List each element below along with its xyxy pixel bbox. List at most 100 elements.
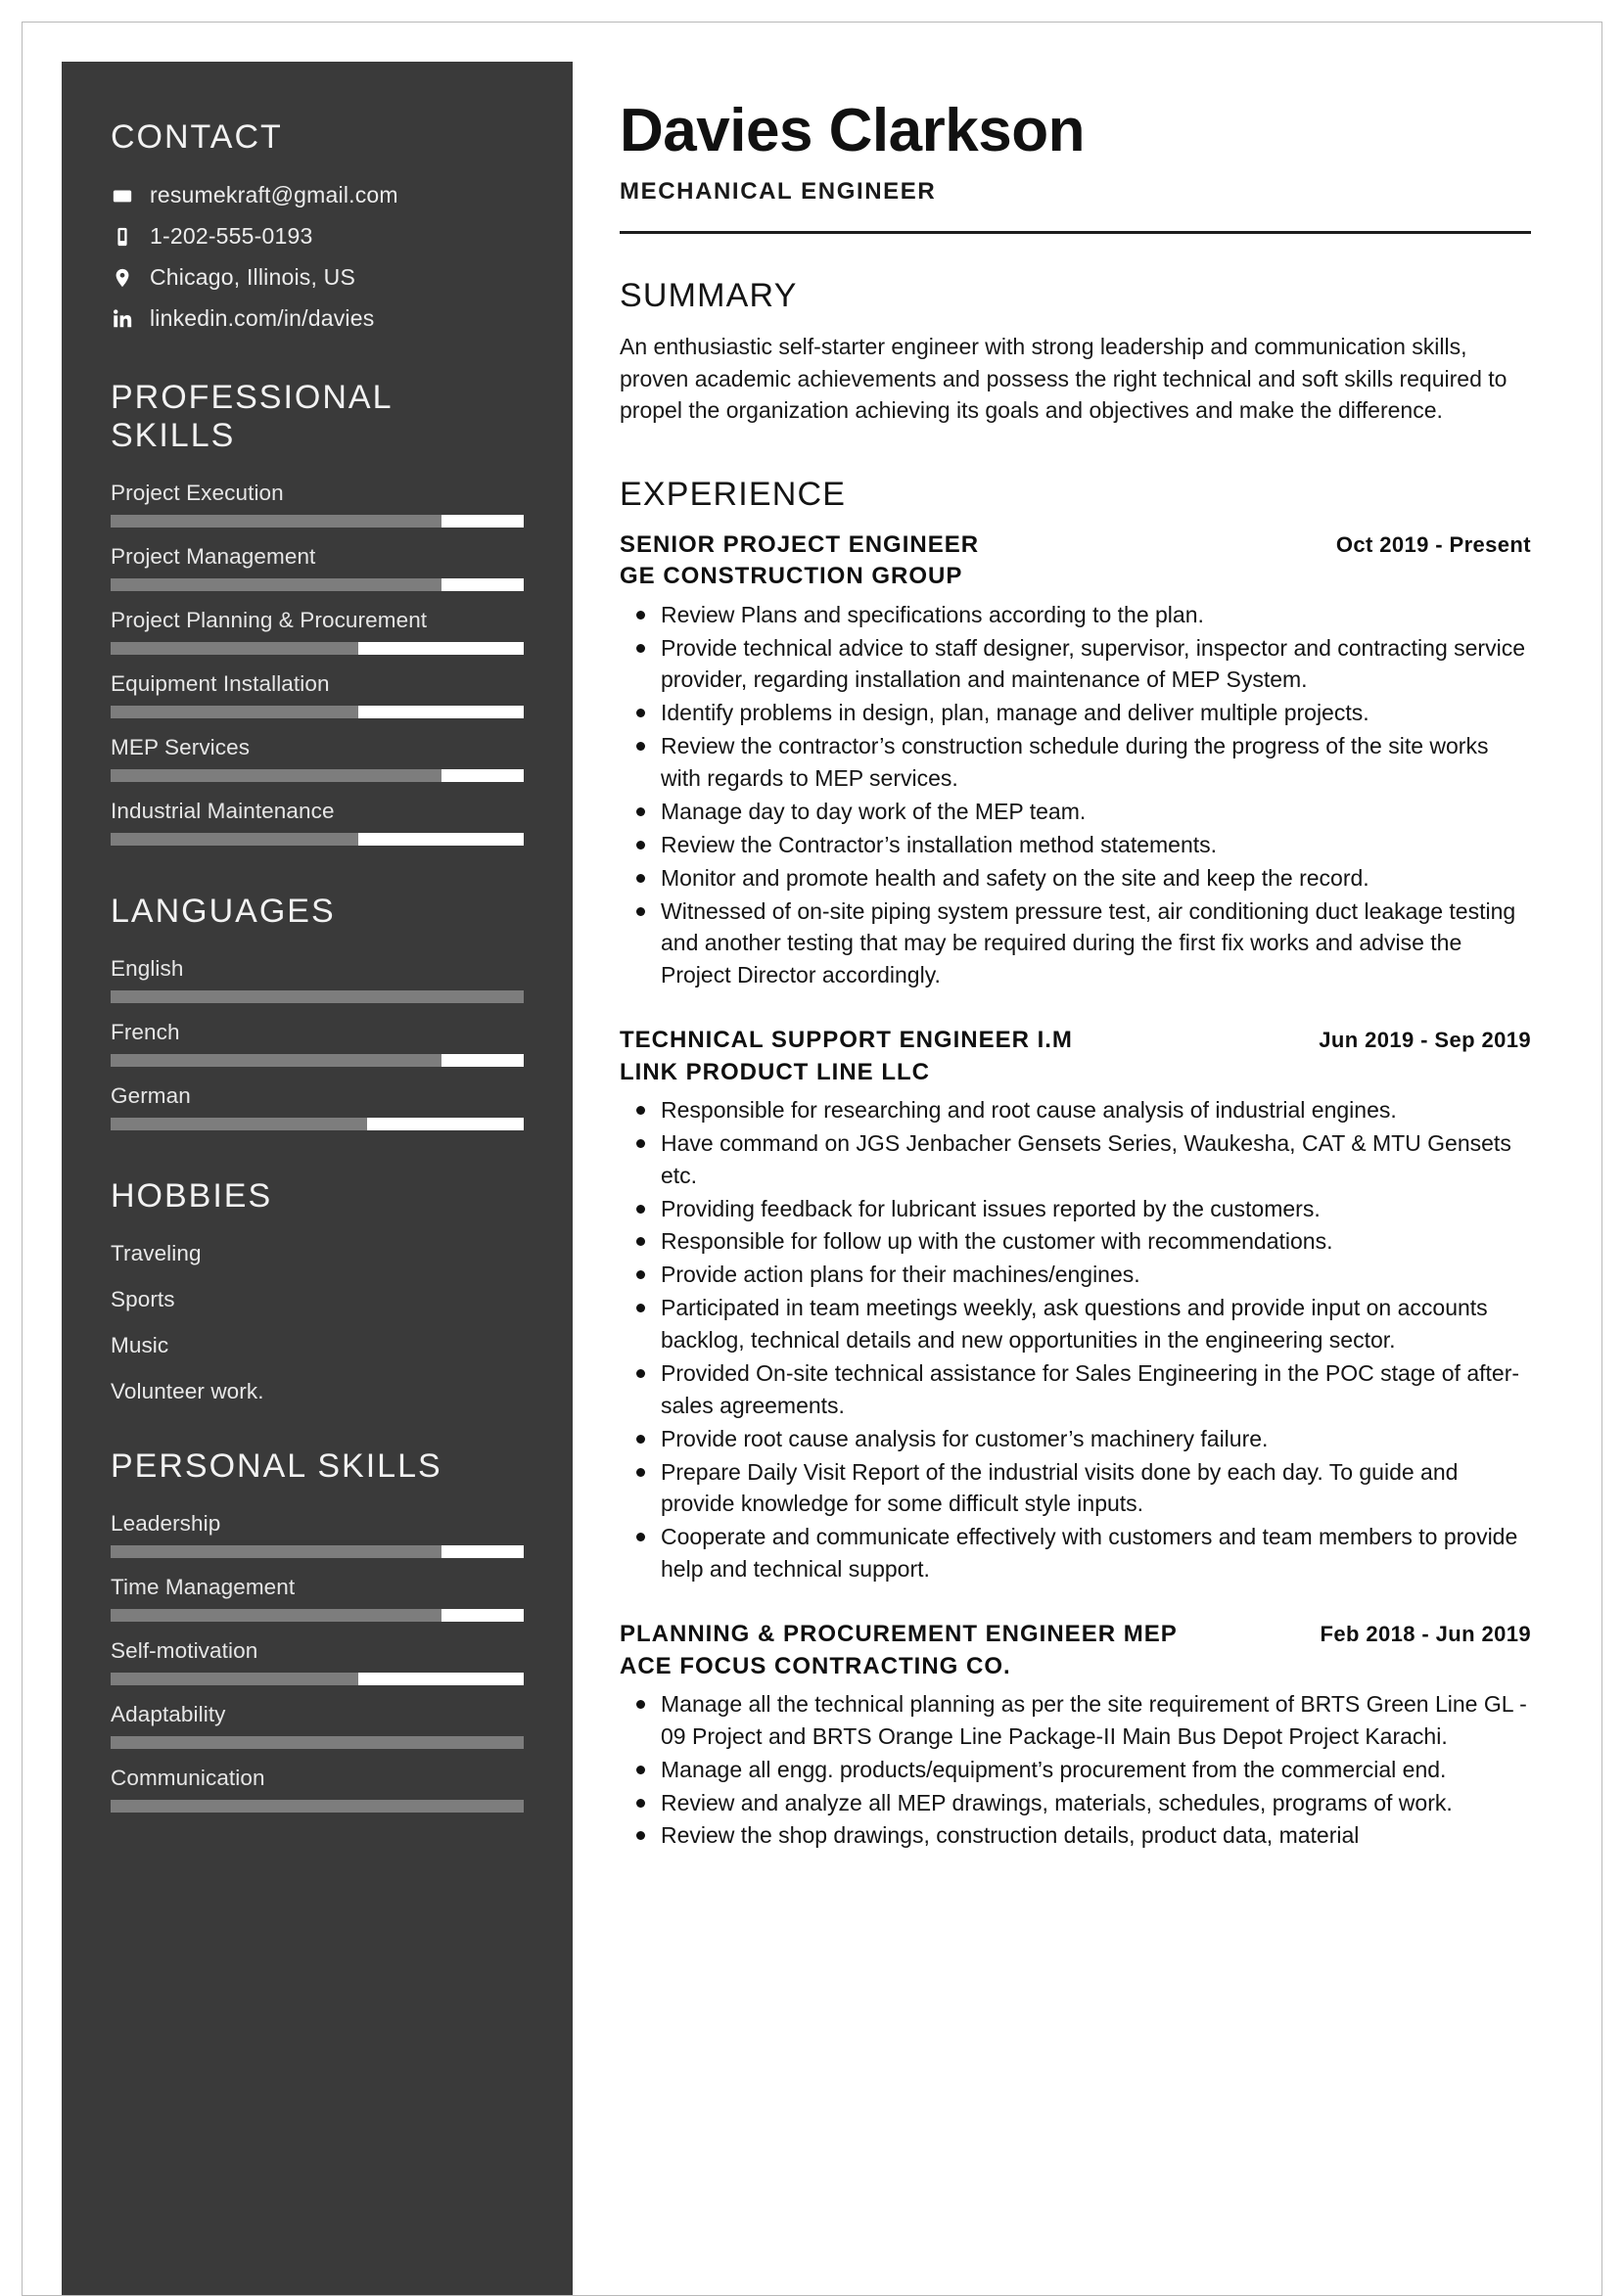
experience-bullet: Provided On-site technical assistance fo…	[620, 1357, 1531, 1422]
professional-skills-section: PROFESSIONAL SKILLS Project Execution Pro…	[111, 379, 524, 846]
experience-dates: Oct 2019 - Present	[1335, 531, 1531, 557]
personal-skill-bar	[111, 1545, 524, 1558]
professional-skill-bar	[111, 515, 524, 528]
experience-company: ACE FOCUS CONTRACTING CO.	[620, 1652, 1011, 1679]
language-bar-fill	[111, 1054, 441, 1067]
experience-bullet: Provide action plans for their machines/…	[620, 1259, 1531, 1291]
personal-skills-heading: PERSONAL SKILLS	[111, 1447, 442, 1485]
personal-skill: Leadership	[111, 1511, 524, 1558]
experience-bullet: Prepare Daily Visit Report of the indust…	[620, 1456, 1531, 1521]
experience-bullet: Review the shop drawings, construction d…	[620, 1819, 1531, 1852]
experience-entry: PLANNING & PROCUREMENT ENGINEER MEP Feb 2…	[620, 1619, 1531, 1852]
experience-entry-header: TECHNICAL SUPPORT ENGINEER I.M Jun 2019 -…	[620, 1025, 1531, 1056]
experience-role: TECHNICAL SUPPORT ENGINEER I.M	[620, 1027, 1073, 1054]
contact-heading: CONTACT	[111, 118, 283, 156]
experience-bullet: Review Plans and specifications accordin…	[620, 599, 1531, 631]
professional-skill: Project Management	[111, 544, 524, 591]
professional-skill-label: Project Planning & Procurement	[111, 608, 428, 632]
personal-skill-label: Leadership	[111, 1511, 221, 1536]
professional-skill-bar-fill	[111, 769, 441, 782]
contact-value: linkedin.com/in/davies	[150, 305, 375, 331]
professional-skill-label: Project Management	[111, 544, 316, 569]
contact-value: Chicago, Illinois, US	[150, 264, 356, 290]
header-divider	[620, 230, 1531, 234]
experience-bullet: Provide root cause analysis for customer…	[620, 1423, 1531, 1455]
language-label: English	[111, 956, 184, 981]
language-bar-fill	[111, 1118, 367, 1130]
candidate-job-title: MECHANICAL ENGINEER	[620, 177, 937, 205]
contact-item[interactable]: 1-202-555-0193	[111, 223, 524, 250]
contact-item[interactable]: resumekraft@gmail.com	[111, 182, 524, 208]
experience-entry-header: PLANNING & PROCUREMENT ENGINEER MEP Feb 2…	[620, 1619, 1531, 1650]
personal-skill-bar-fill	[111, 1736, 524, 1749]
language-label: French	[111, 1020, 180, 1044]
professional-skill-label: Project Execution	[111, 481, 284, 505]
personal-skills-list: Leadership Time Management Self-motivation…	[111, 1511, 524, 1813]
main-content: Davies Clarkson MECHANICAL ENGINEER SUMM…	[573, 23, 1601, 2295]
experience-bullet: Participated in team meetings weekly, as…	[620, 1292, 1531, 1356]
experience-bullet: Monitor and promote health and safety on…	[620, 862, 1531, 895]
experience-dates: Feb 2018 - Jun 2019	[1320, 1622, 1531, 1647]
phone-icon	[111, 226, 134, 248]
experience-bullet: Manage all engg. products/equipment’s pr…	[620, 1754, 1531, 1786]
language-label: German	[111, 1083, 191, 1108]
experience-list: SENIOR PROJECT ENGINEER Oct 2019 - Presen…	[620, 529, 1531, 1852]
experience-bullet: Have command on JGS Jenbacher Gensets Se…	[620, 1127, 1531, 1192]
experience-bullet: Review the contractor’s construction sch…	[620, 730, 1531, 795]
linkedin-icon	[111, 308, 134, 330]
experience-role: PLANNING & PROCUREMENT ENGINEER MEP	[620, 1621, 1178, 1648]
professional-skill-bar	[111, 578, 524, 591]
contact-item[interactable]: Chicago, Illinois, US	[111, 264, 524, 291]
personal-skill-label: Self-motivation	[111, 1638, 258, 1663]
experience-role: SENIOR PROJECT ENGINEER	[620, 530, 980, 558]
professional-skill-bar	[111, 706, 524, 718]
personal-skill-bar-fill	[111, 1545, 441, 1558]
experience-entry: SENIOR PROJECT ENGINEER Oct 2019 - Presen…	[620, 529, 1531, 991]
personal-skills-section: PERSONAL SKILLS Leadership Time Managemen…	[111, 1447, 524, 1813]
hobby-item: Music	[111, 1333, 169, 1357]
personal-skill-bar	[111, 1609, 524, 1622]
hobbies-list: Traveling Sports Music Volunteer work.	[111, 1241, 524, 1404]
experience-bullet: Witnessed of on-site piping system press…	[620, 895, 1531, 992]
experience-bullet: Providing feedback for lubricant issues …	[620, 1193, 1531, 1225]
professional-skill-bar	[111, 833, 524, 846]
experience-bullet: Review the Contractor’s installation met…	[620, 829, 1531, 861]
personal-skill-bar	[111, 1673, 524, 1685]
summary-heading: SUMMARY	[620, 276, 798, 314]
hobbies-heading: HOBBIES	[111, 1177, 273, 1215]
professional-skill-bar-fill	[111, 642, 359, 655]
hobby-item: Traveling	[111, 1241, 202, 1265]
hobby-item: Volunteer work.	[111, 1379, 264, 1403]
professional-skills-list: Project Execution Project Management Proje…	[111, 481, 524, 846]
language-bar	[111, 990, 524, 1003]
language-bar-fill	[111, 990, 524, 1003]
professional-skill: MEP Services	[111, 735, 524, 782]
professional-skill: Equipment Installation	[111, 671, 524, 718]
sidebar: CONTACT resumekraft@gmail.com 1-202-555-0…	[62, 62, 573, 2295]
professional-skill-bar-fill	[111, 833, 359, 846]
professional-skill-bar	[111, 769, 524, 782]
personal-skill: Communication	[111, 1766, 524, 1813]
professional-skill-bar	[111, 642, 524, 655]
language-bar	[111, 1118, 524, 1130]
experience-entry-header: SENIOR PROJECT ENGINEER Oct 2019 - Presen…	[620, 529, 1531, 561]
experience-bullet: Manage all the technical planning as per…	[620, 1688, 1531, 1753]
languages-heading: LANGUAGES	[111, 893, 336, 930]
contact-item[interactable]: linkedin.com/in/davies	[111, 305, 524, 332]
personal-skill-bar-fill	[111, 1609, 441, 1622]
personal-skill: Self-motivation	[111, 1638, 524, 1685]
experience-bullet: Identify problems in design, plan, manag…	[620, 697, 1531, 729]
professional-skill-bar-fill	[111, 578, 441, 591]
summary-section: SUMMARY An enthusiastic self-starter eng…	[620, 277, 1531, 427]
language-bar	[111, 1054, 524, 1067]
contact-value: 1-202-555-0193	[150, 223, 313, 249]
resume-page: CONTACT resumekraft@gmail.com 1-202-555-0…	[0, 0, 1624, 2296]
professional-skills-heading: PROFESSIONAL SKILLS	[111, 379, 393, 454]
language: English	[111, 956, 524, 1003]
personal-skill-bar-fill	[111, 1673, 359, 1685]
personal-skill-label: Communication	[111, 1766, 265, 1790]
professional-skill: Project Execution	[111, 481, 524, 528]
personal-skill-bar	[111, 1736, 524, 1749]
professional-skill-label: MEP Services	[111, 735, 251, 759]
experience-bullet: Manage day to day work of the MEP team.	[620, 796, 1531, 828]
